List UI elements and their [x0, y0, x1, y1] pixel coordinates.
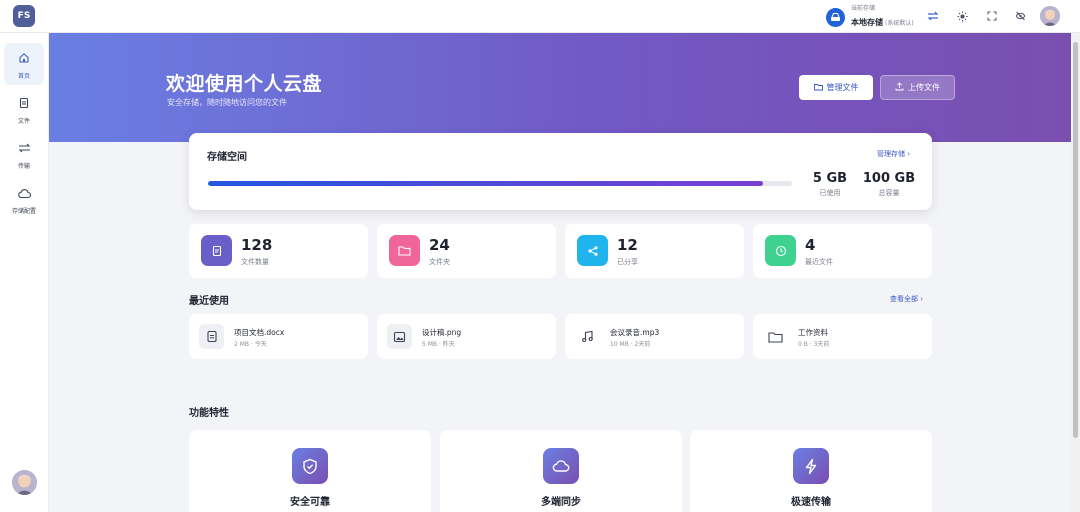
feature-title: 极速传输: [791, 497, 831, 508]
total-storage-value: 100 GB: [862, 171, 916, 186]
storage-space-card: 存储空间 管理存储 › 5 GB 已使用 100 GB 总容量: [189, 133, 932, 210]
user-avatar[interactable]: [1040, 6, 1060, 26]
storage-progress-fill: [208, 181, 763, 186]
manage-files-label: 管理文件: [826, 83, 859, 92]
hide-eye-icon[interactable]: [1013, 9, 1027, 23]
manage-storage-link[interactable]: 管理存储 ›: [877, 149, 910, 159]
stat-label: 已分享: [617, 258, 638, 266]
page-subtitle: 安全存储，随时随地访问您的文件: [167, 98, 287, 107]
recent-section-title: 最近使用: [189, 296, 229, 307]
document-icon: [201, 235, 232, 266]
recent-file-name: 会议录音.mp3: [610, 328, 660, 337]
stat-label: 文件数量: [241, 258, 269, 266]
total-storage-stat: 100 GB 总容量: [859, 171, 919, 198]
stat-label: 文件夹: [429, 258, 450, 266]
sidebar-item-label: 存储配置: [11, 207, 36, 215]
recent-file-meta: 5 MB · 昨天: [422, 341, 455, 348]
manage-files-button[interactable]: 管理文件: [799, 75, 873, 100]
used-storage-stat: 5 GB 已使用: [805, 171, 855, 198]
sidebar-item-files[interactable]: 文件: [4, 88, 44, 130]
stat-card-files[interactable]: 128 文件数量: [189, 224, 368, 278]
recent-file-item[interactable]: 项目文档.docx 2 MB · 今天: [189, 314, 368, 359]
recent-file-item[interactable]: 工作资料 0 B · 3天前: [753, 314, 932, 359]
page-title: 欢迎使用个人云盘: [166, 73, 323, 95]
used-storage-value: 5 GB: [812, 171, 848, 186]
recent-file-item[interactable]: 会议录音.mp3 10 MB · 2天前: [565, 314, 744, 359]
feature-card-sync: 多端同步: [440, 430, 682, 512]
welcome-banner: 欢迎使用个人云盘 安全存储，随时随地访问您的文件 管理文件 上传文件: [49, 33, 1071, 142]
sidebar-item-label: 文件: [17, 117, 30, 125]
scrollbar-thumb[interactable]: [1073, 42, 1078, 438]
features-section-title: 功能特性: [189, 408, 229, 419]
storage-drive-icon: [826, 7, 845, 27]
sidebar-item-label: 传输: [17, 162, 30, 170]
theme-toggle-icon[interactable]: [955, 9, 969, 23]
cloud-icon: [543, 448, 579, 484]
storage-progress-bar: [208, 181, 792, 186]
recent-file-meta: 0 B · 3天前: [798, 341, 830, 348]
upload-icon: [895, 82, 904, 93]
image-icon: [387, 324, 412, 349]
feature-title: 多端同步: [541, 497, 581, 508]
shield-icon: [292, 448, 328, 484]
stat-value: 24: [429, 236, 450, 254]
app-logo[interactable]: FS: [13, 5, 35, 27]
switch-storage-icon[interactable]: [926, 9, 940, 23]
recent-file-meta: 10 MB · 2天前: [610, 341, 651, 348]
storage-sub: (系统默认): [885, 20, 914, 27]
recent-file-name: 项目文档.docx: [234, 328, 285, 337]
sidebar-item-label: 首页: [17, 72, 30, 80]
stat-card-folders[interactable]: 24 文件夹: [377, 224, 556, 278]
feature-card-fast: 极速传输: [690, 430, 932, 512]
used-storage-label: 已使用: [819, 189, 841, 197]
stat-value: 128: [241, 236, 273, 254]
fullscreen-icon[interactable]: [985, 9, 999, 23]
stat-card-shared[interactable]: 12 已分享: [565, 224, 744, 278]
feature-title: 安全可靠: [290, 497, 330, 508]
current-storage-selector[interactable]: 当前存储 本地存储 (系统默认): [826, 6, 914, 28]
sidebar-item-transfer[interactable]: 传输: [4, 133, 44, 175]
stat-value: 12: [617, 236, 638, 254]
sidebar-item-home[interactable]: 首页: [4, 43, 44, 85]
storage-space-title: 存储空间: [207, 152, 247, 163]
top-bar: FS 当前存储 本地存储 (系统默认): [0, 0, 1080, 33]
stat-card-recent[interactable]: 4 最近文件: [753, 224, 932, 278]
storage-name: 本地存储: [851, 18, 883, 27]
file-icon: [18, 94, 30, 113]
home-icon: [18, 49, 30, 68]
view-all-link[interactable]: 查看全部 ›: [890, 294, 923, 304]
upload-files-label: 上传文件: [908, 83, 940, 92]
recent-file-item[interactable]: 设计稿.png 5 MB · 昨天: [377, 314, 556, 359]
document-icon: [199, 324, 224, 349]
sidebar: 首页 文件 传输 存储配置: [0, 33, 49, 512]
storage-caption: 当前存储: [851, 5, 876, 12]
stat-value: 4: [805, 236, 816, 254]
clock-icon: [765, 235, 796, 266]
cloud-icon: [17, 184, 31, 203]
stat-label: 最近文件: [805, 258, 833, 266]
recent-file-name: 设计稿.png: [422, 328, 462, 337]
feature-card-secure: 安全可靠: [189, 430, 431, 512]
logo-text: FS: [17, 11, 31, 21]
folder-icon: [813, 83, 823, 93]
recent-file-name: 工作资料: [798, 328, 828, 337]
music-icon: [575, 324, 600, 349]
upload-files-button[interactable]: 上传文件: [880, 75, 955, 100]
share-icon: [577, 235, 608, 266]
sidebar-item-storage-config[interactable]: 存储配置: [4, 178, 44, 220]
transfer-icon: [18, 139, 31, 158]
total-storage-label: 总容量: [878, 189, 900, 197]
folder-icon: [763, 324, 788, 349]
recent-file-meta: 2 MB · 今天: [234, 341, 267, 348]
sidebar-user-avatar[interactable]: [12, 470, 37, 495]
lightning-icon: [793, 448, 829, 484]
folder-icon: [389, 235, 420, 266]
